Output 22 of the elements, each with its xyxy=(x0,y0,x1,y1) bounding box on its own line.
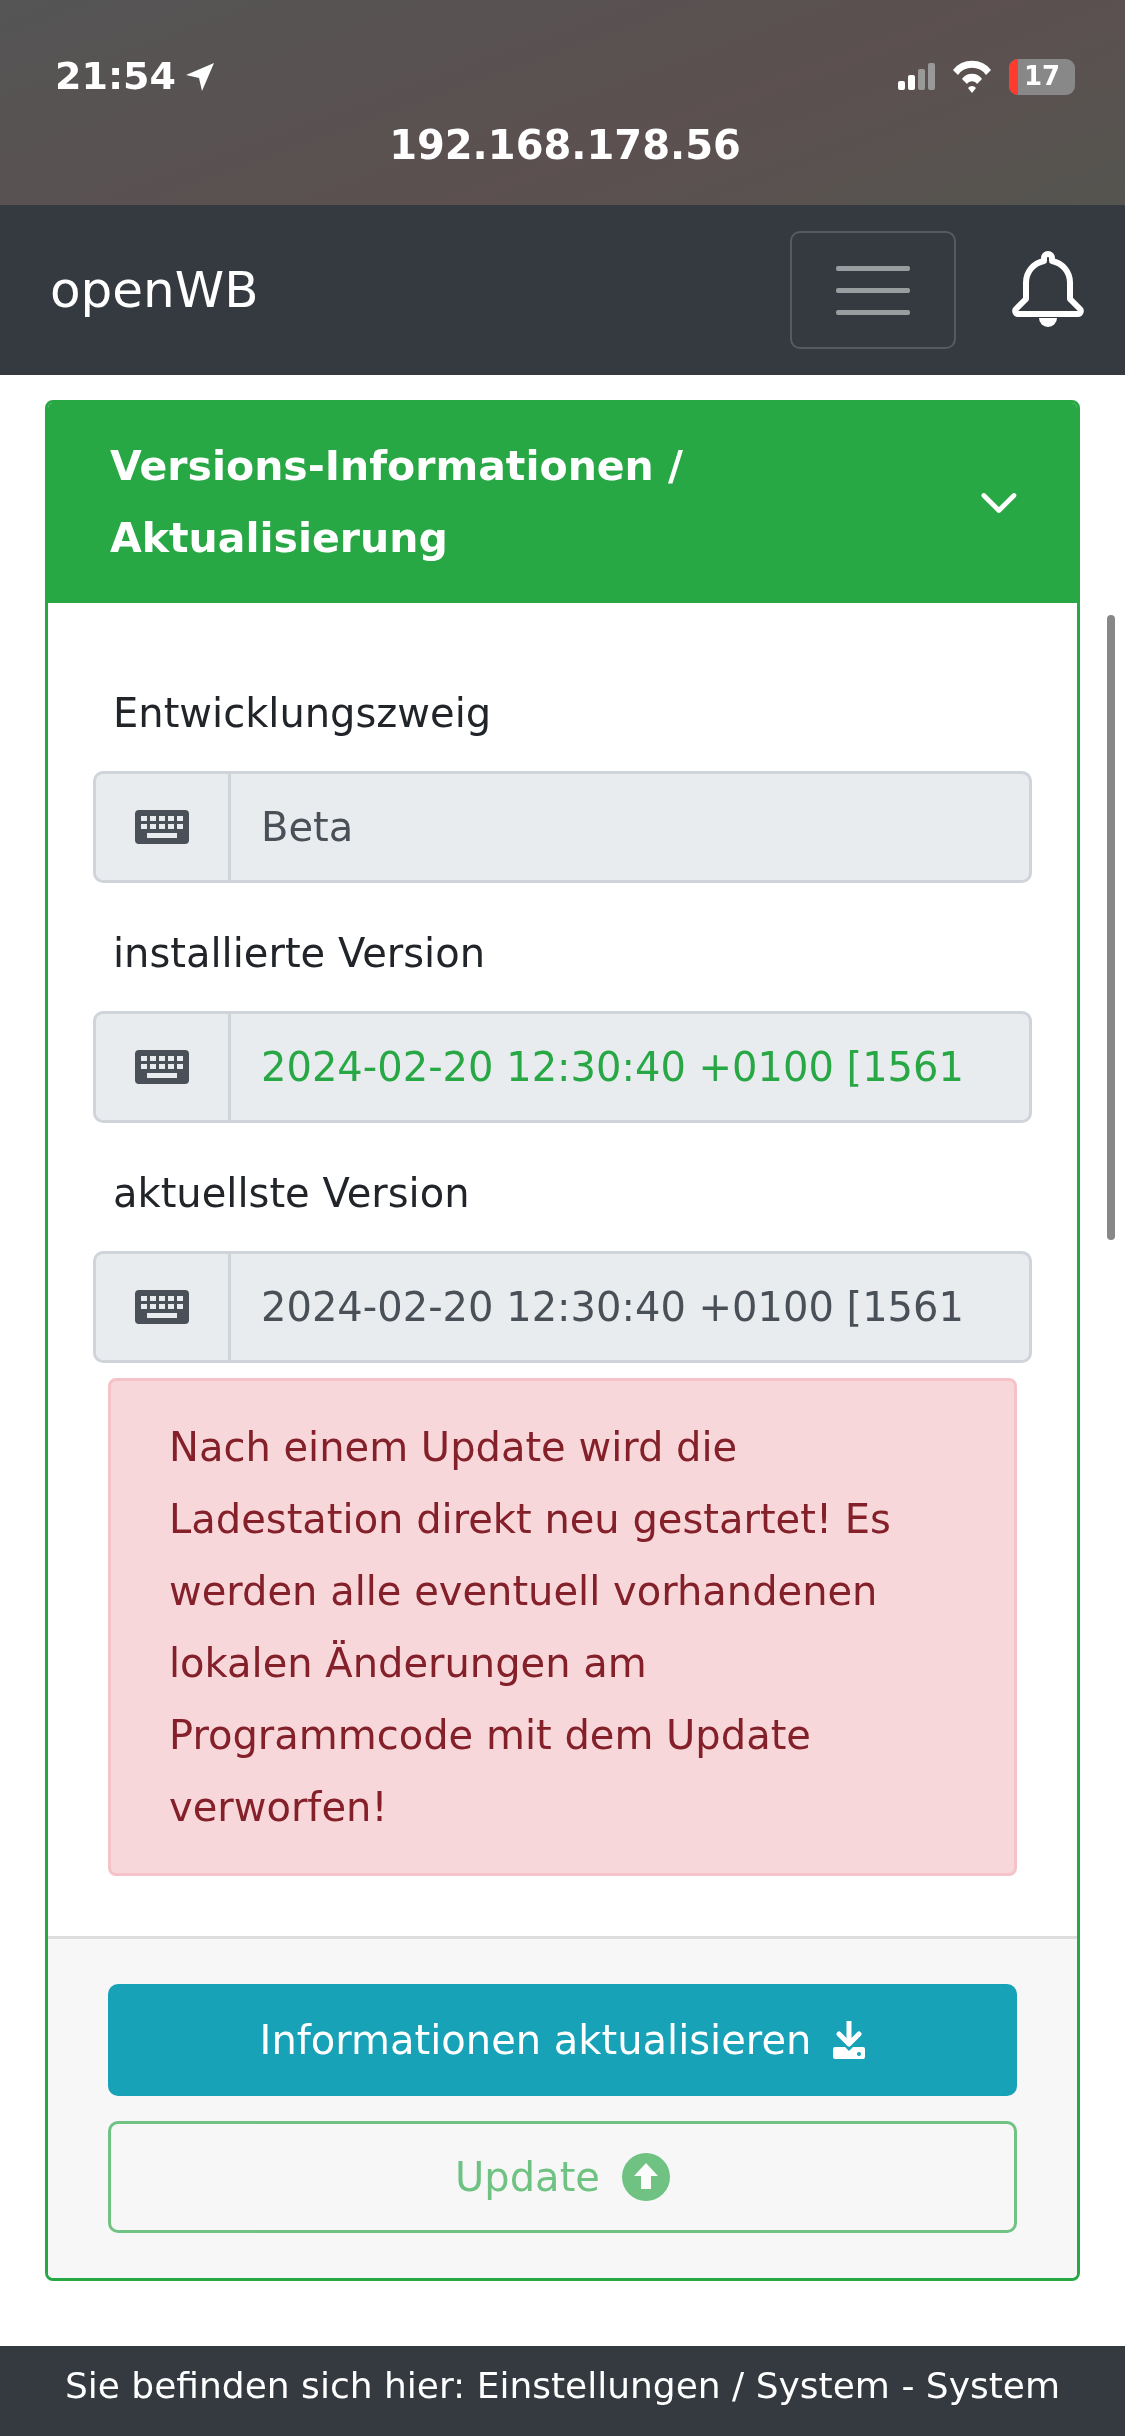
field-label: installierte Version xyxy=(113,928,486,978)
keyboard-icon xyxy=(135,1049,189,1084)
address-bar-url[interactable]: 192.168.178.56 xyxy=(55,115,1075,175)
text-field[interactable]: Beta xyxy=(93,770,1032,883)
arrow-up-circle-icon xyxy=(621,2152,670,2201)
battery-icon: 17 xyxy=(1009,58,1075,95)
text-field[interactable]: 2024-02-20 12:30:40 +0100 [1561 xyxy=(93,1250,1032,1363)
keyboard-icon xyxy=(135,809,189,844)
field-label: aktuellste Version xyxy=(113,1168,471,1218)
navbar-brand[interactable]: openWB xyxy=(50,252,259,328)
download-icon xyxy=(833,2020,866,2059)
card-title: Versions-Informationen / Aktualisierung xyxy=(110,441,685,564)
signal-icon xyxy=(898,63,935,90)
field-label: Entwicklungszweig xyxy=(113,688,493,738)
breadcrumb-text: Sie befinden sich hier: Einstellungen / System - System xyxy=(64,2364,1061,2408)
clock-time: 21:54 xyxy=(55,53,176,100)
keyboard-icon xyxy=(135,1289,189,1324)
bell-icon[interactable] xyxy=(1011,250,1085,330)
menu-button[interactable] xyxy=(790,231,956,349)
wifi-icon xyxy=(951,59,993,94)
menu-icon xyxy=(836,265,910,315)
warning-alert: Nach einem Update wird die Ladestation direkt neu gestartet! Es werden alle eventuell vorhandenen lokalen Änderungen am Programmcode mit dem Update verworfen! xyxy=(108,1377,1017,1876)
